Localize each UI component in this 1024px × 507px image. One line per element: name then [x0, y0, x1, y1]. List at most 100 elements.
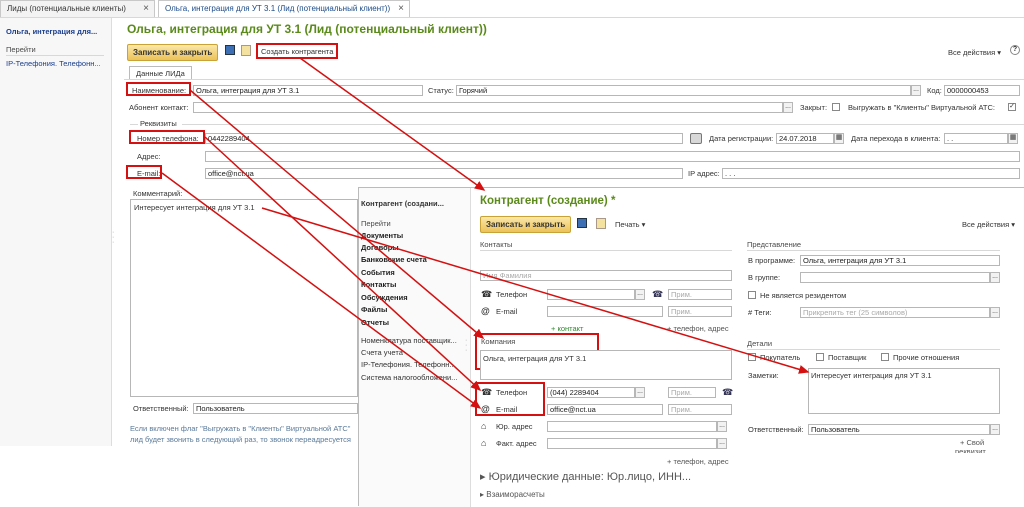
phone-field[interactable]: 0442289404	[205, 133, 683, 144]
nav-files[interactable]: Файлы	[361, 305, 387, 314]
in-group-field[interactable]	[800, 272, 990, 283]
company-email-field[interactable]: office@nct.ua	[547, 404, 663, 415]
company-email-note[interactable]: Прим.	[668, 404, 732, 415]
company-phone-field[interactable]: (044) 2289404	[547, 387, 635, 398]
status-field[interactable]: Горячий	[456, 85, 911, 96]
save-icon[interactable]	[577, 218, 587, 228]
contact-name-field[interactable]: Имя Фамилия	[480, 270, 732, 281]
name-field[interactable]: Ольга, интеграция для УТ 3.1	[193, 85, 423, 96]
closed-checkbox[interactable]	[832, 103, 840, 111]
add-requisite-link-2[interactable]: реквизит	[955, 447, 986, 453]
tab-lead[interactable]: Ольга, интеграция для УТ 3.1 (Лид (потен…	[158, 0, 410, 17]
nav-link[interactable]: Номенклатура поставщик...	[361, 336, 467, 345]
subscriber-field[interactable]	[193, 102, 783, 113]
legal-address-field[interactable]	[547, 421, 717, 432]
contact-email-label: E-mail	[496, 307, 518, 316]
document-icon[interactable]	[596, 218, 606, 229]
in-program-field[interactable]: Ольга, интеграция для УТ 3.1	[800, 255, 1000, 266]
phone-icon[interactable]	[690, 133, 702, 144]
legal-data-expander[interactable]: ▸ Юридические данные: Юр.лицо, ИНН...	[480, 470, 691, 483]
supplier-checkbox[interactable]	[816, 353, 824, 361]
calendar-button[interactable]: ▦	[834, 133, 844, 144]
not-resident-checkbox[interactable]	[748, 291, 756, 299]
responsible-field[interactable]: Пользователь	[808, 424, 990, 435]
contact-email-field[interactable]	[547, 306, 663, 317]
notes-field[interactable]: Интересует интеграция для УТ 3.1	[808, 368, 1000, 414]
close-icon[interactable]: ×	[398, 3, 404, 14]
nav-link[interactable]: Система налогообложени...	[361, 373, 467, 382]
nav-bank-accounts[interactable]: Банковские счета	[361, 255, 427, 264]
contact-phone-note[interactable]: Прим.	[668, 289, 732, 300]
code-label: Код:	[927, 86, 942, 95]
comment-field[interactable]: Интересует интеграция для УТ 3.1	[130, 199, 358, 397]
address-field[interactable]	[205, 151, 1020, 162]
group-select-button[interactable]: ...	[990, 272, 1000, 283]
tags-field[interactable]: Прикрепить тег (25 символов)	[800, 307, 990, 318]
subscriber-select-button[interactable]: ...	[783, 102, 793, 113]
add-contact-link[interactable]: + контакт	[551, 324, 583, 333]
in-program-label: В программе:	[748, 256, 796, 265]
left-nav-item[interactable]: IP-Телефония. Телефонн...	[6, 59, 101, 68]
left-nav-title[interactable]: Ольга, интеграция для...	[6, 27, 97, 36]
calendar-button[interactable]: ▦	[1008, 133, 1018, 144]
comment-text: Интересует интеграция для УТ 3.1	[134, 203, 255, 212]
legal-address-button[interactable]: ...	[717, 421, 727, 432]
responsible-select-button[interactable]: ...	[990, 424, 1000, 435]
ip-field[interactable]: . . .	[722, 168, 1020, 179]
contractor-all-actions[interactable]: Все действия ▾	[962, 220, 1015, 229]
divider	[480, 250, 732, 251]
other-relations-checkbox[interactable]	[881, 353, 889, 361]
status-select-button[interactable]: ...	[911, 85, 921, 96]
fact-address-field[interactable]	[547, 438, 717, 449]
tab-leads-list[interactable]: Лиды (потенциальные клиенты) ×	[0, 0, 155, 17]
not-resident-label: Не является резидентом	[760, 291, 847, 300]
contractor-save-close-button[interactable]: Записать и закрыть	[480, 216, 572, 233]
phone-select-button[interactable]: ...	[635, 387, 645, 398]
close-icon[interactable]: ×	[143, 3, 149, 14]
document-icon[interactable]	[241, 45, 251, 56]
company-field[interactable]: Ольга, интеграция для УТ 3.1	[480, 350, 732, 380]
nav-link[interactable]: Счета учета	[361, 348, 403, 357]
save-icon[interactable]	[225, 45, 235, 55]
all-actions-menu[interactable]: Все действия ▾	[948, 48, 1001, 57]
fact-address-button[interactable]: ...	[717, 438, 727, 449]
splitter-handle[interactable]: · · ·	[112, 229, 114, 246]
add-phone-address-link[interactable]: + телефон, адрес	[667, 457, 729, 466]
print-menu[interactable]: Печать ▾	[615, 220, 645, 229]
phone-select-button[interactable]: ...	[635, 289, 645, 300]
call-icon[interactable]: ☎	[722, 387, 733, 398]
nav-contacts[interactable]: Контакты	[361, 280, 396, 289]
at-icon: @	[481, 306, 490, 316]
nav-documents[interactable]: Документы	[361, 231, 403, 240]
contact-phone-field[interactable]	[547, 289, 635, 300]
transfer-date-field[interactable]: . .	[944, 133, 1008, 144]
tab-lead-data[interactable]: Данные ЛИДа	[129, 66, 192, 79]
nav-reports[interactable]: Отчеты	[361, 318, 389, 327]
email-field[interactable]: office@nct.ua	[205, 168, 683, 179]
settlements-expander[interactable]: ▸ Взаиморасчеты	[480, 490, 545, 499]
nav-contracts[interactable]: Договоры	[361, 243, 399, 252]
help-icon[interactable]: ?	[1010, 45, 1020, 55]
add-requisite-link[interactable]: + Свой	[960, 438, 984, 447]
nav-events[interactable]: События	[361, 268, 395, 277]
buyer-checkbox[interactable]	[748, 353, 756, 361]
company-phone-note[interactable]: Прим.	[668, 387, 716, 398]
tags-select-button[interactable]: ...	[990, 307, 1000, 318]
status-label: Статус:	[428, 86, 454, 95]
add-phone-link[interactable]: + телефон, адрес	[667, 324, 729, 333]
nav-link[interactable]: IP-Телефония. Телефонн...	[361, 360, 467, 369]
closed-label: Закрыт:	[800, 103, 828, 112]
call-icon[interactable]: ☎	[652, 289, 663, 300]
tabbar-divider	[0, 17, 1024, 18]
reg-date-field[interactable]: 24.07.2018	[776, 133, 834, 144]
save-close-button[interactable]: Записать и закрыть	[127, 44, 219, 61]
contractor-nav-title[interactable]: Контрагент (создани...	[361, 199, 444, 208]
nav-discussions[interactable]: Обсуждения	[361, 293, 408, 302]
code-field[interactable]: 0000000453	[944, 85, 1020, 96]
responsible-field[interactable]: Пользователь	[193, 403, 358, 414]
export-checkbox[interactable]: ✓	[1008, 103, 1016, 111]
contact-email-note[interactable]: Прим.	[668, 306, 732, 317]
address-label: Адрес:	[137, 152, 161, 161]
company-text: Ольга, интеграция для УТ 3.1	[483, 354, 587, 363]
comment-label: Комментарий:	[133, 189, 183, 198]
